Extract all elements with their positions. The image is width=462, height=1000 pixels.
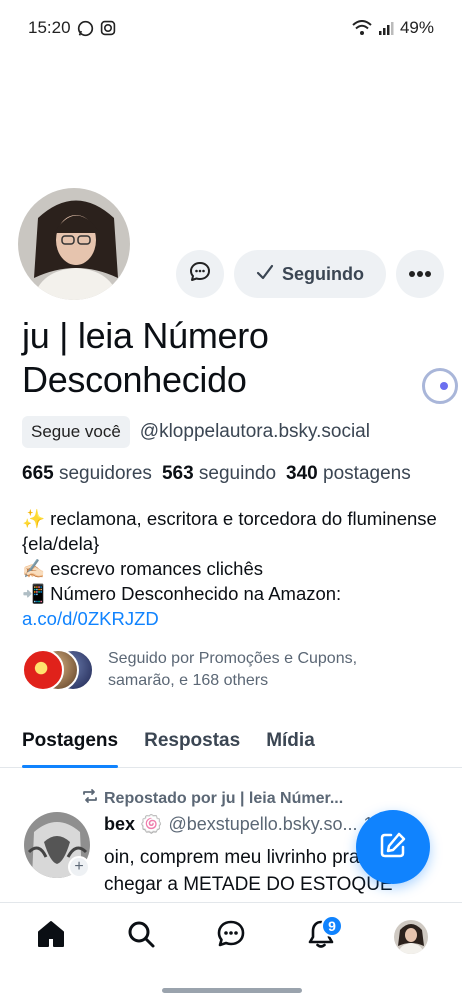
- profile-tabs: Postagens Respostas Mídia: [0, 720, 462, 768]
- instagram-icon: [100, 20, 116, 36]
- bio-line: 📲 Número Desconhecido na Amazon: a.co/d/…: [22, 583, 342, 629]
- floating-bubble-icon[interactable]: [422, 368, 458, 404]
- whatsapp-icon: [77, 20, 94, 37]
- profile-bio: ✨ reclamona, escritora e torcedora do fl…: [22, 506, 442, 631]
- nav-home[interactable]: [27, 913, 75, 961]
- chat-icon: [215, 918, 247, 955]
- posts-stat: 340 postagens: [286, 463, 411, 484]
- tab-replies[interactable]: Respostas: [144, 720, 240, 767]
- compose-button[interactable]: [356, 810, 430, 884]
- amazon-link[interactable]: a.co/d/0ZKRJZD: [22, 608, 159, 629]
- home-icon: [35, 918, 67, 955]
- profile-stats: 665 seguidores 563 seguindo 340 postagen…: [22, 463, 411, 485]
- message-button[interactable]: [176, 250, 224, 298]
- followed-by-row[interactable]: Seguido por Promoções e Cupons, samarão,…: [22, 648, 408, 692]
- follows-you-badge: Segue você: [22, 416, 130, 448]
- signal-icon: [378, 20, 394, 36]
- wifi-icon: [352, 20, 372, 36]
- following-label: Seguindo: [282, 263, 364, 284]
- following-button[interactable]: Seguindo: [234, 250, 386, 298]
- more-dots-icon: [408, 265, 432, 283]
- nav-search[interactable]: [117, 913, 165, 961]
- follow-plus-button[interactable]: +: [68, 856, 90, 878]
- status-bar: 15:20 49%: [0, 0, 462, 56]
- post-header: bex 🍥 @bexstupello.bsky.so... 1h: [104, 814, 384, 835]
- post-handle: @bexstupello.bsky.so...: [168, 814, 358, 834]
- profile-handle: @kloppelautora.bsky.social: [139, 421, 370, 442]
- tab-posts[interactable]: Postagens: [22, 720, 119, 768]
- followed-by-text: Seguido por Promoções e Cupons, samarão,…: [108, 650, 358, 689]
- more-options-button[interactable]: [396, 250, 444, 298]
- nav-notifications[interactable]: 9: [297, 913, 345, 961]
- display-name: ju | leia Número Desconhecido: [22, 315, 269, 400]
- following-stat[interactable]: 563 seguindo: [162, 463, 276, 485]
- follower-avatars: [22, 649, 96, 691]
- home-indicator[interactable]: [162, 988, 302, 993]
- chat-bubble-icon: [188, 260, 212, 289]
- repost-text: Repostado por ju | leia Númer...: [104, 789, 344, 807]
- followers-stat[interactable]: 665 seguidores: [22, 463, 152, 485]
- status-time: 15:20: [28, 18, 71, 37]
- bottom-navigation: 9: [0, 902, 462, 970]
- nav-chat[interactable]: [207, 913, 255, 961]
- profile-avatar[interactable]: [16, 186, 132, 302]
- handle-row: Segue você @kloppelautora.bsky.social: [22, 416, 370, 448]
- checkmark-icon: [256, 263, 274, 286]
- repost-icon: [82, 788, 98, 809]
- repost-indicator: Repostado por ju | leia Númer...: [82, 788, 343, 809]
- nav-profile[interactable]: [387, 913, 435, 961]
- compose-pencil-icon: [377, 829, 409, 866]
- profile-actions: Seguindo: [176, 250, 444, 298]
- notification-count-badge: 9: [321, 914, 343, 937]
- profile-avatar: [394, 919, 428, 954]
- tab-media[interactable]: Mídia: [266, 720, 315, 767]
- battery-level: 49%: [399, 18, 434, 37]
- follower-avatar: [22, 649, 64, 691]
- bio-line: ✨ reclamona, escritora e torcedora do fl…: [22, 508, 437, 554]
- post-author[interactable]: bex 🍥: [104, 814, 162, 835]
- search-icon: [125, 918, 157, 955]
- bio-line: ✍🏻 escrevo romances clichês: [22, 558, 264, 579]
